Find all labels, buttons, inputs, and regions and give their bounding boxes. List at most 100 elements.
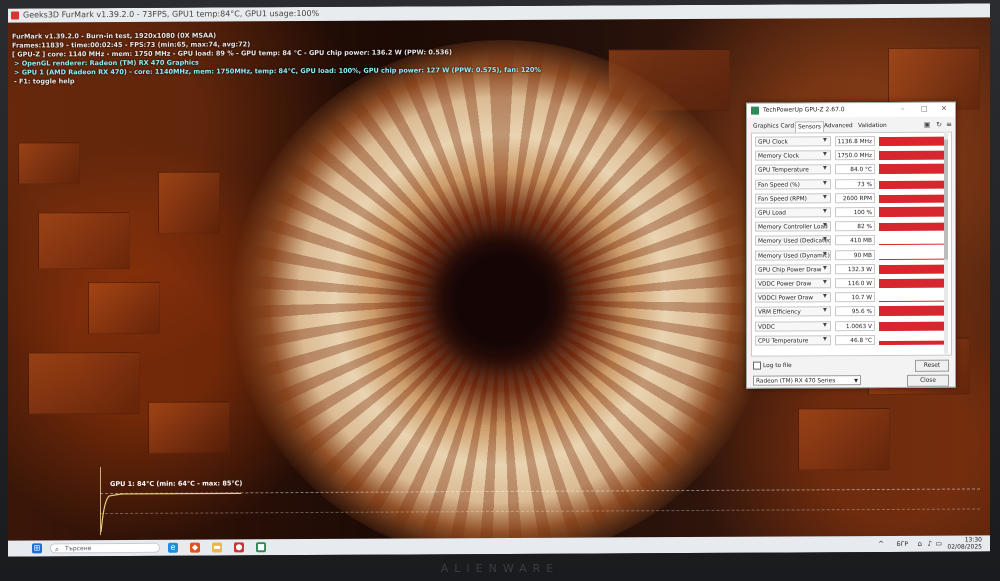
search-box[interactable]: ⌕ Търсене xyxy=(50,542,160,554)
sensor-value: 90 MB xyxy=(835,249,875,260)
minimize-icon[interactable]: – xyxy=(901,105,905,113)
tab-advanced[interactable]: Advanced xyxy=(822,121,855,131)
chevron-down-icon[interactable]: ▼ xyxy=(823,222,827,228)
edge-icon[interactable]: e xyxy=(168,542,178,553)
sensor-graph xyxy=(879,291,945,303)
sensor-row: GPU Clock ▼ 1136.8 MHz xyxy=(755,135,945,148)
sensor-name[interactable]: Memory Used (Dedicated) xyxy=(755,235,831,247)
sensor-row: Fan Speed (RPM) ▼ 2600 RPM xyxy=(755,191,945,204)
brave-icon[interactable]: ◆ xyxy=(190,542,200,553)
chevron-up-icon[interactable]: ^ xyxy=(878,540,884,548)
sensor-value: 10.7 W xyxy=(835,292,875,303)
sensor-name[interactable]: VDDC Power Draw xyxy=(755,278,831,289)
temperature-graph: GPU 1: 84°C (min: 64°C - max: 85°C) xyxy=(92,458,987,538)
sensor-graph-fill xyxy=(879,264,945,274)
chevron-down-icon[interactable]: ▼ xyxy=(823,208,827,214)
sensor-name[interactable]: Fan Speed (%) xyxy=(755,178,831,190)
battery-icon[interactable]: ▭ xyxy=(935,540,942,548)
sensor-graph xyxy=(879,149,945,161)
chevron-down-icon[interactable]: ▼ xyxy=(823,194,827,200)
sensor-name[interactable]: GPU Load xyxy=(755,207,831,218)
sensor-graph-fill xyxy=(879,278,945,289)
menu-icon[interactable]: ≡ xyxy=(945,121,953,129)
sensor-graph xyxy=(879,192,945,203)
gpu-select-value: Radeon (TM) RX 470 Series xyxy=(756,378,836,385)
chevron-down-icon[interactable]: ▼ xyxy=(823,180,827,186)
tab-graphics-card[interactable]: Graphics Card xyxy=(751,121,796,131)
sensor-graph-fill xyxy=(879,300,945,303)
log-to-file-option[interactable]: Log to file xyxy=(753,361,792,370)
sensor-row: GPU Load ▼ 100 % xyxy=(755,206,945,219)
sensor-name[interactable]: GPU Temperature xyxy=(755,164,831,176)
sensor-name[interactable]: Memory Used (Dynamic) xyxy=(755,249,831,261)
sensor-graph-fill xyxy=(879,340,945,345)
sensor-name[interactable]: VRM Efficiency xyxy=(755,306,831,318)
gpuz-title-bar[interactable]: TechPowerUp GPU-Z 2.67.0 – □ ✕ xyxy=(747,102,955,118)
furmark-taskbar-icon[interactable]: ● xyxy=(234,542,244,553)
network-icon[interactable]: ⌂ xyxy=(918,540,922,548)
file-explorer-icon[interactable]: ▬ xyxy=(212,542,222,553)
sensor-value: 2600 RPM xyxy=(835,192,875,204)
reset-button[interactable]: Reset xyxy=(915,359,949,372)
chevron-down-icon[interactable]: ▼ xyxy=(823,151,827,157)
search-icon: ⌕ xyxy=(55,545,59,554)
start-icon[interactable]: ⊞ xyxy=(32,543,42,554)
sensor-name[interactable]: GPU Chip Power Draw xyxy=(755,264,831,275)
gpuz-window[interactable]: TechPowerUp GPU-Z 2.67.0 – □ ✕ Graphics … xyxy=(746,101,956,389)
sensor-row: CPU Temperature ▼ 46.8 °C xyxy=(755,333,945,346)
gpuz-app-icon xyxy=(751,106,759,115)
sensor-name[interactable]: CPU Temperature xyxy=(755,335,831,346)
tab-sensors[interactable]: Sensors xyxy=(795,121,824,133)
gpu-select[interactable]: Radeon (TM) RX 470 Series ▼ xyxy=(753,375,861,386)
sensor-row: VDDC Power Draw ▼ 116.0 W xyxy=(755,277,945,290)
sensor-value: 1750.0 MHz xyxy=(835,150,875,161)
sensor-graph-fill xyxy=(879,180,945,189)
sensor-row: VRM Efficiency ▼ 95.6 % xyxy=(755,305,945,318)
chevron-down-icon[interactable]: ▼ xyxy=(823,279,827,285)
sensor-list: GPU Clock ▼ 1136.8 MHz Memory Clock ▼ 1750.0 … xyxy=(751,131,952,357)
language-indicator[interactable]: БГР xyxy=(897,541,908,548)
log-to-file-checkbox[interactable] xyxy=(753,361,761,370)
sensor-name[interactable]: Memory Clock xyxy=(755,150,831,161)
chevron-down-icon[interactable]: ▼ xyxy=(823,237,827,243)
close-icon[interactable]: ✕ xyxy=(941,105,947,113)
scrollbar-thumb[interactable] xyxy=(944,139,948,260)
sensor-graph-fill xyxy=(879,136,945,147)
furmark-app-icon xyxy=(11,11,19,20)
chevron-down-icon[interactable]: ▼ xyxy=(823,265,827,271)
sensor-graph xyxy=(879,164,945,175)
volume-icon[interactable]: ♪ xyxy=(928,540,932,548)
window-title: Geeks3D FurMark v1.39.2.0 - 73FPS, GPU1 … xyxy=(23,8,320,20)
chevron-down-icon[interactable]: ▼ xyxy=(823,293,827,299)
camera-icon[interactable]: ▣ xyxy=(923,121,931,129)
sensor-graph-fill xyxy=(879,306,945,317)
sensor-graph xyxy=(879,220,945,232)
sensor-graph xyxy=(879,334,945,345)
render-tile xyxy=(38,211,130,270)
chevron-down-icon[interactable]: ▼ xyxy=(823,308,827,314)
sensor-row: Memory Clock ▼ 1750.0 MHz xyxy=(755,149,945,162)
sensor-name[interactable]: Memory Controller Load xyxy=(755,221,831,232)
render-tile xyxy=(148,401,230,454)
sensor-name[interactable]: VDDCI Power Draw xyxy=(755,292,831,303)
sensor-graph-fill xyxy=(879,321,945,331)
close-button[interactable]: Close xyxy=(907,374,949,387)
refresh-icon[interactable]: ↻ xyxy=(935,121,943,129)
gpuz-taskbar-icon[interactable]: ■ xyxy=(256,542,266,553)
chevron-down-icon[interactable]: ▼ xyxy=(823,336,827,342)
clock[interactable]: 13:30 02/08/2025 xyxy=(946,536,982,550)
sensor-graph-fill xyxy=(879,194,945,203)
chevron-down-icon[interactable]: ▼ xyxy=(823,137,827,143)
chevron-down-icon[interactable]: ▼ xyxy=(823,322,827,328)
sensor-name[interactable]: Fan Speed (RPM) xyxy=(755,193,831,204)
maximize-icon[interactable]: □ xyxy=(921,105,928,113)
chevron-down-icon[interactable]: ▼ xyxy=(823,251,827,257)
sensor-name[interactable]: GPU Clock xyxy=(755,136,831,147)
sensor-name[interactable]: VDDC xyxy=(755,320,831,332)
tab-validation[interactable]: Validation xyxy=(856,121,889,131)
sensor-scrollbar[interactable] xyxy=(944,131,948,354)
sensor-value: 84.0 °C xyxy=(835,164,875,175)
sensor-graph xyxy=(879,206,945,218)
chevron-down-icon[interactable]: ▼ xyxy=(823,166,827,172)
sensor-graph xyxy=(879,320,945,331)
